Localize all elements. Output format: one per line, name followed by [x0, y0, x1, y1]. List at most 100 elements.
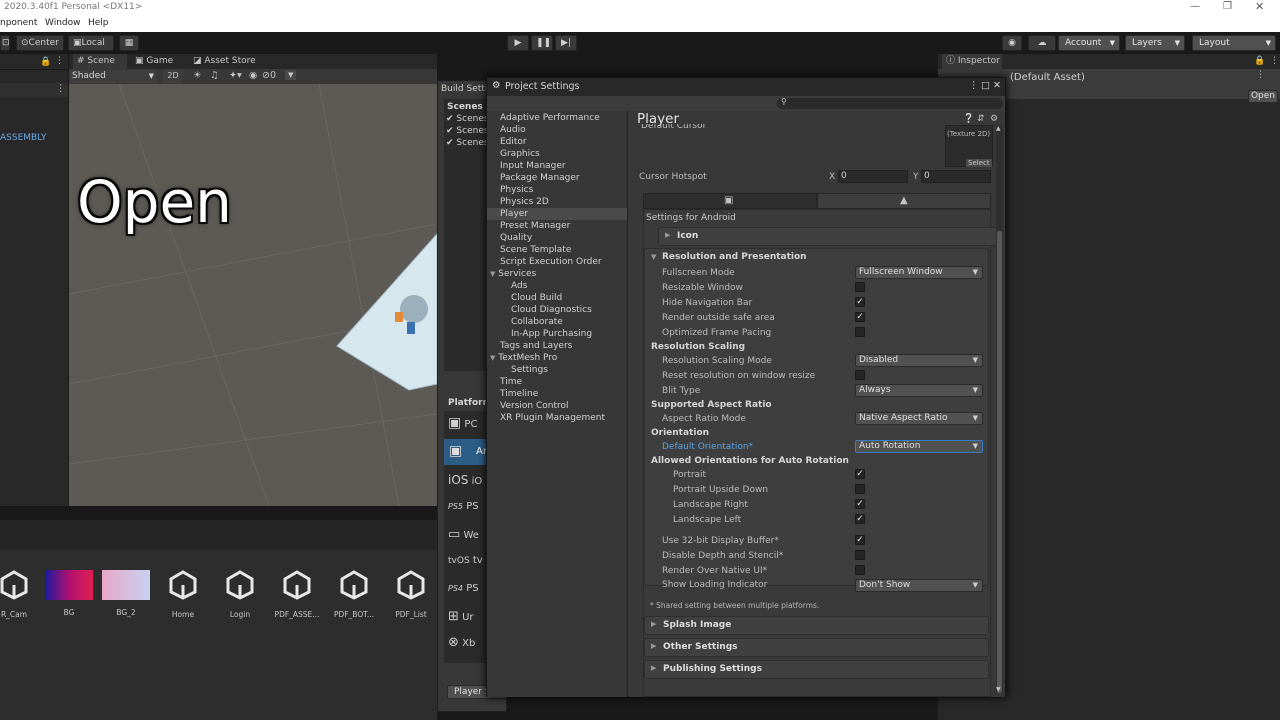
- select-button[interactable]: Select: [966, 159, 992, 167]
- nav-item[interactable]: Ads: [487, 280, 627, 292]
- menu-dots-icon[interactable]: ⋮: [55, 54, 64, 69]
- nav-item[interactable]: XR Plugin Management: [487, 412, 627, 424]
- hotspot-y-input[interactable]: 0: [921, 170, 991, 183]
- platform-xbox[interactable]: ⊗ Xb: [448, 635, 475, 650]
- show-loading-indicator-dropdown[interactable]: Don't Show ▼: [855, 579, 983, 592]
- help-icon[interactable]: ❔: [963, 114, 974, 124]
- menu-help[interactable]: Help: [88, 18, 109, 28]
- platform-ps5[interactable]: PS5 PS: [448, 501, 479, 512]
- grid-snap-button[interactable]: ▦: [119, 35, 139, 51]
- cursor-texture-slot[interactable]: (Texture 2D) Select: [945, 125, 993, 167]
- nav-item-textmesh[interactable]: ▼ TextMesh Pro: [487, 352, 627, 364]
- asset-item[interactable]: PDF_BOT...: [326, 570, 382, 619]
- nav-item[interactable]: Version Control: [487, 400, 627, 412]
- nav-item[interactable]: Scene Template: [487, 244, 627, 256]
- cloud-button[interactable]: ☁: [1028, 35, 1056, 51]
- hidden-icon[interactable]: ⊘0: [262, 70, 276, 81]
- vertical-scrollbar[interactable]: ▲ ▼: [996, 125, 1003, 693]
- asset-item[interactable]: R_Cam: [0, 570, 42, 619]
- menu-component[interactable]: nponent: [0, 18, 37, 28]
- menu-dots-icon[interactable]: ⋮: [969, 80, 979, 91]
- open-button[interactable]: Open: [1248, 90, 1278, 103]
- gear-icon[interactable]: ⚙: [990, 114, 998, 124]
- pivot-center-button[interactable]: ⊙Center: [16, 35, 64, 51]
- nav-item[interactable]: Input Manager: [487, 160, 627, 172]
- lock-icon[interactable]: 🔒: [1254, 54, 1265, 69]
- platform-ios[interactable]: iOS iO: [448, 473, 482, 487]
- close-window-icon[interactable]: ✕: [1255, 0, 1264, 13]
- optimized-frame-pacing-checkbox[interactable]: [855, 327, 865, 337]
- nav-item[interactable]: Editor: [487, 136, 627, 148]
- nav-item[interactable]: In-App Purchasing: [487, 328, 627, 340]
- light-icon[interactable]: ☀: [193, 70, 202, 81]
- reset-resolution-checkbox[interactable]: [855, 370, 865, 380]
- hide-navigation-bar-checkbox[interactable]: ✓: [855, 297, 865, 307]
- asset-item[interactable]: BG_2: [98, 570, 154, 617]
- scene-row[interactable]: ✔ Scenes: [446, 113, 489, 125]
- splash-image-section[interactable]: ▶ Splash Image: [644, 616, 989, 635]
- mode-2d-toggle[interactable]: 2D: [163, 70, 183, 83]
- preset-icon[interactable]: ⇵: [977, 114, 985, 124]
- maximize-icon[interactable]: □: [981, 80, 990, 91]
- nav-item[interactable]: Timeline: [487, 388, 627, 400]
- portrait-upside-down-checkbox[interactable]: [855, 484, 865, 494]
- tab-android[interactable]: ▲: [817, 193, 991, 209]
- nav-item[interactable]: Tags and Layers: [487, 340, 627, 352]
- aspect-ratio-mode-dropdown[interactable]: Native Aspect Ratio ▼: [855, 412, 983, 425]
- nav-item[interactable]: Settings: [487, 364, 627, 376]
- scroll-down-icon[interactable]: ▼: [996, 686, 1001, 693]
- step-button[interactable]: ▶|: [555, 35, 577, 51]
- blit-type-dropdown[interactable]: Always ▼: [855, 384, 983, 397]
- pause-button[interactable]: ❚❚: [531, 35, 553, 51]
- asset-item[interactable]: PDF_ASSE...: [269, 570, 325, 619]
- close-icon[interactable]: ✕: [993, 80, 1001, 91]
- effects-icon[interactable]: ✦▾: [229, 70, 242, 81]
- nav-item[interactable]: Adaptive Performance: [487, 112, 627, 124]
- chevron-down-icon[interactable]: ▼: [285, 70, 297, 80]
- tab-asset-store[interactable]: ◪ Asset Store: [189, 54, 256, 69]
- tab-standalone[interactable]: ▣: [643, 193, 817, 209]
- resizable-window-checkbox[interactable]: [855, 282, 865, 292]
- icon-section[interactable]: ▶ Icon: [658, 227, 1003, 246]
- shading-mode-dropdown[interactable]: Shaded ▼: [69, 70, 157, 83]
- use-32bit-buffer-checkbox[interactable]: ✓: [855, 535, 865, 545]
- search-input[interactable]: ⚲: [777, 97, 1003, 109]
- scrollbar-thumb[interactable]: [997, 231, 1002, 693]
- resolution-scaling-mode-dropdown[interactable]: Disabled ▼: [855, 354, 983, 367]
- asset-item[interactable]: BG: [41, 570, 97, 617]
- layout-dropdown[interactable]: Layout ▼: [1192, 35, 1276, 51]
- nav-item[interactable]: Script Execution Order: [487, 256, 627, 268]
- portrait-checkbox[interactable]: ✓: [855, 469, 865, 479]
- nav-item-player[interactable]: Player: [487, 208, 627, 220]
- nav-item[interactable]: Time: [487, 376, 627, 388]
- hierarchy-item[interactable]: ASSEMBLY: [0, 133, 47, 143]
- asset-item[interactable]: Login: [212, 570, 268, 619]
- landscape-left-checkbox[interactable]: ✓: [855, 514, 865, 524]
- nav-item[interactable]: Graphics: [487, 148, 627, 160]
- minimize-icon[interactable]: —: [1190, 1, 1200, 12]
- render-over-native-ui-checkbox[interactable]: [855, 565, 865, 575]
- visibility-icon[interactable]: ◉: [249, 70, 257, 81]
- menu-dots-icon[interactable]: ⋮: [56, 83, 66, 94]
- scene-view[interactable]: Open: [69, 84, 437, 506]
- nav-item[interactable]: Physics 2D: [487, 196, 627, 208]
- nav-item[interactable]: Audio: [487, 124, 627, 136]
- asset-item[interactable]: PDF_List: [383, 570, 439, 619]
- scroll-up-icon[interactable]: ▲: [996, 125, 1001, 132]
- menu-window[interactable]: Window: [45, 18, 81, 28]
- scene-row[interactable]: ✔ Scenes: [446, 125, 489, 137]
- settings-icon[interactable]: ⋮: [1256, 70, 1265, 80]
- hotspot-x-input[interactable]: 0: [838, 170, 908, 183]
- asset-item[interactable]: Home: [155, 570, 211, 619]
- nav-item-services[interactable]: ▼ Services: [487, 268, 627, 280]
- disable-depth-stencil-checkbox[interactable]: [855, 550, 865, 560]
- platform-uwp[interactable]: ⊞ Ur: [448, 609, 474, 624]
- pivot-local-button[interactable]: ▣Local: [68, 35, 114, 51]
- tool-icon[interactable]: ⊡: [0, 35, 10, 51]
- nav-item[interactable]: Physics: [487, 184, 627, 196]
- tab-scene[interactable]: # Scene: [73, 54, 127, 69]
- nav-item[interactable]: Package Manager: [487, 172, 627, 184]
- landscape-right-checkbox[interactable]: ✓: [855, 499, 865, 509]
- tab-game[interactable]: ▣ Game: [131, 54, 173, 69]
- lock-icon[interactable]: 🔒: [40, 55, 51, 70]
